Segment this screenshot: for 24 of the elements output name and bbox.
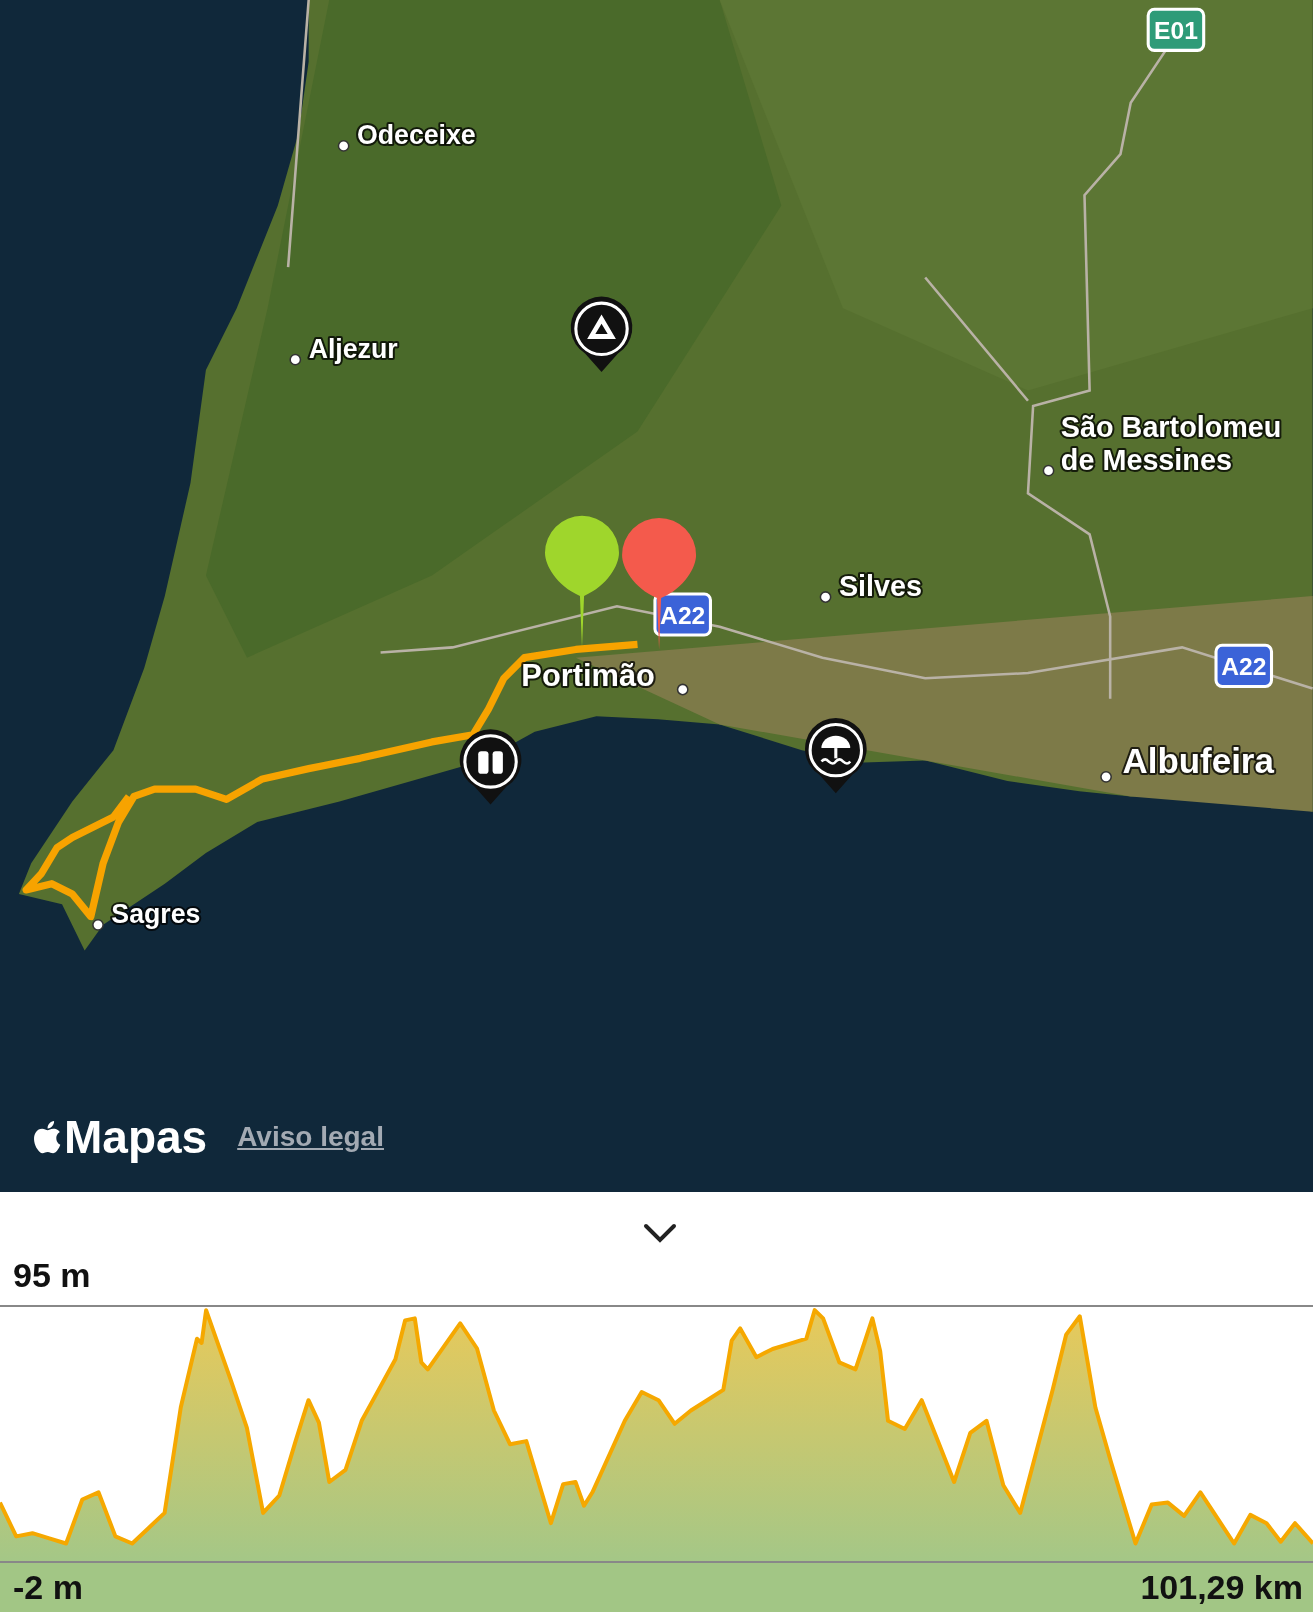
place-dot [337, 140, 350, 152]
brand-name: Mapas [64, 1110, 208, 1164]
place-dot [1100, 770, 1112, 783]
place-label: Silves [838, 570, 923, 602]
place-dot [819, 591, 832, 603]
axis-label: 95 m [13, 1256, 91, 1295]
mountain-marker-icon[interactable] [570, 296, 633, 372]
place-label: Portimão [521, 658, 655, 694]
road-shield: E01 [1146, 7, 1206, 52]
beach-marker-icon[interactable] [805, 717, 867, 794]
road-shield: A22 [1214, 643, 1274, 688]
legal-link[interactable]: Aviso legal [237, 1121, 384, 1153]
place-dot [1042, 464, 1055, 477]
place-dot [92, 918, 104, 931]
place-label: Odeceixe [356, 119, 476, 150]
axis-label: 101,29 km [1140, 1568, 1303, 1607]
place-label: São Bartolomeu de Messines [1060, 410, 1282, 476]
axis-label: -2 m [13, 1568, 83, 1607]
place-label: Aljezur [308, 333, 398, 364]
road-shield: A22 [653, 592, 712, 637]
place-dot [676, 683, 689, 696]
place-dot [289, 353, 302, 366]
place-label: Albufeira [1122, 740, 1274, 780]
place-label: Sagres [111, 898, 201, 929]
